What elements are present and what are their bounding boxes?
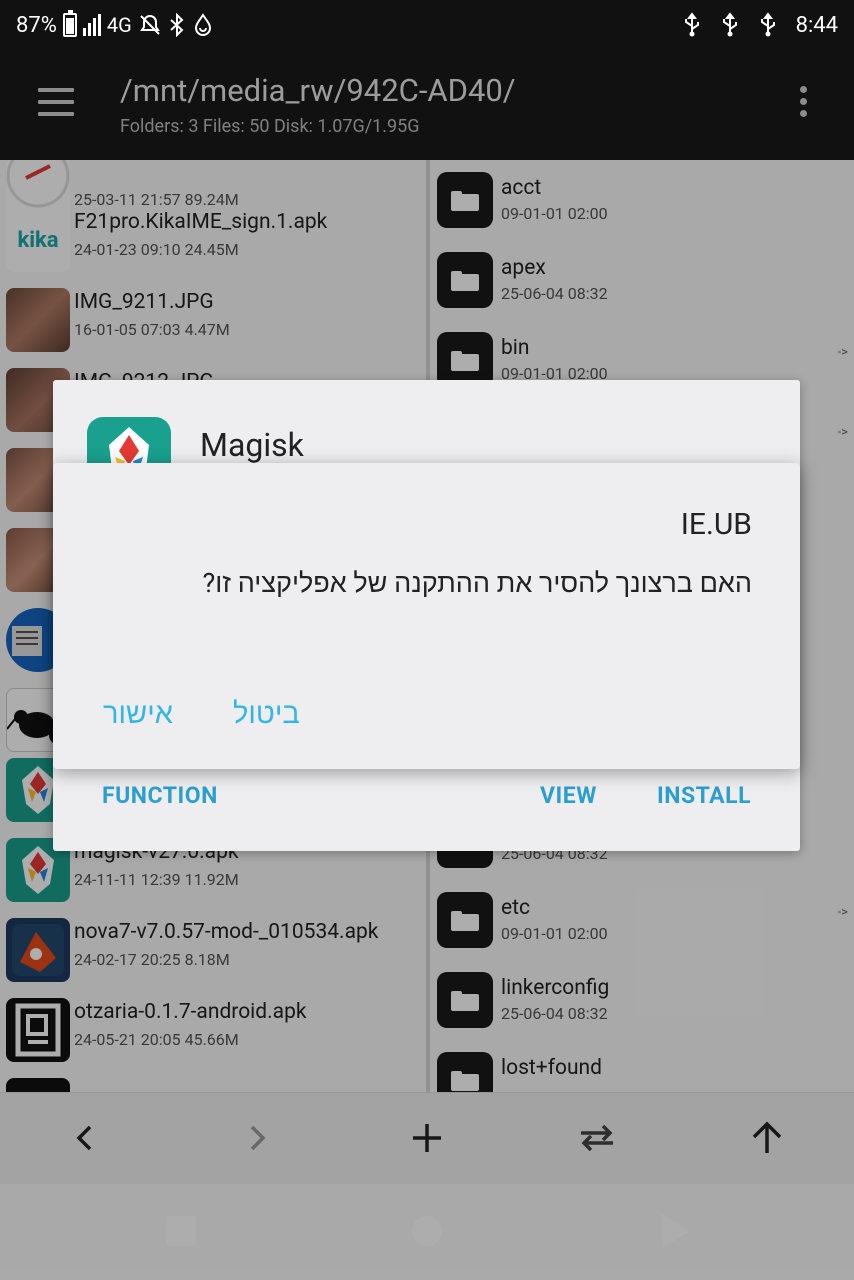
clock: 8:44 — [795, 12, 838, 38]
usb-icon — [684, 12, 699, 37]
battery-icon — [62, 10, 77, 37]
status-bar: 87% 4G 8:44 — [0, 0, 854, 50]
ok-button[interactable]: אישור — [103, 697, 173, 731]
battery-percent: 87% — [16, 12, 57, 38]
usb-icon — [760, 12, 775, 37]
notifications-off-icon — [139, 14, 160, 35]
uninstall-confirm-dialog: IE.UB האם ברצונך להסיר את ההתקנה של אפלי… — [53, 463, 800, 769]
data-saver-icon — [194, 13, 211, 36]
install-button[interactable]: INSTALL — [657, 782, 751, 809]
function-button[interactable]: FUNCTION — [102, 782, 218, 809]
dialog-title: IE.UB — [680, 507, 752, 542]
network-type: 4G — [106, 13, 132, 37]
bluetooth-icon — [170, 13, 184, 37]
view-button[interactable]: VIEW — [540, 782, 597, 809]
usb-icon — [722, 12, 737, 37]
signal-icon — [82, 14, 101, 36]
dialog-message: האם ברצונך להסיר את ההתקנה של אפליקציה ז… — [202, 567, 752, 599]
cancel-button[interactable]: ביטול — [233, 697, 300, 731]
app-name: Magisk — [200, 426, 304, 464]
